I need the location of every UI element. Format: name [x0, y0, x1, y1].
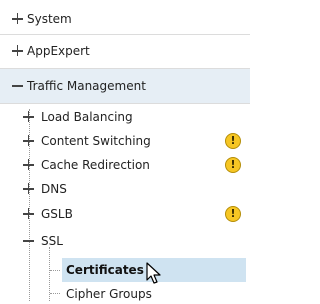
expand-plus-icon[interactable] — [23, 135, 34, 146]
expand-plus-icon[interactable] — [23, 159, 34, 170]
nav-item-ssl[interactable]: SSL — [0, 231, 250, 251]
divider — [0, 34, 250, 35]
warning-icon[interactable]: ! — [225, 157, 241, 173]
expand-plus-icon[interactable] — [23, 208, 34, 219]
expand-plus-icon[interactable] — [23, 183, 34, 194]
nav-item-dns-label: DNS — [41, 182, 67, 196]
nav-item-certificates-label: Certificates — [66, 263, 144, 277]
nav-item-appexpert[interactable]: AppExpert — [0, 40, 250, 62]
nav-item-cipher-groups[interactable]: Cipher Groups — [0, 284, 250, 304]
nav-item-gslb-label: GSLB — [41, 207, 73, 221]
nav-item-cache-redirection[interactable]: Cache Redirection ! — [0, 155, 250, 175]
nav-item-ssl-label: SSL — [41, 234, 63, 248]
collapse-minus-icon[interactable] — [23, 235, 34, 246]
nav-item-content-switching[interactable]: Content Switching ! — [0, 131, 250, 151]
nav-item-gslb[interactable]: GSLB ! — [0, 204, 250, 224]
nav-item-load-balancing-label: Load Balancing — [41, 110, 133, 124]
expand-plus-icon[interactable] — [12, 13, 23, 24]
nav-item-dns[interactable]: DNS — [0, 179, 250, 199]
collapse-minus-icon[interactable] — [12, 80, 23, 91]
nav-item-appexpert-label: AppExpert — [27, 44, 90, 58]
nav-item-system[interactable]: System — [0, 8, 250, 30]
expand-plus-icon[interactable] — [23, 111, 34, 122]
tree-connector-line — [50, 270, 60, 271]
warning-icon[interactable]: ! — [225, 206, 241, 222]
mouse-cursor-icon — [146, 262, 161, 284]
nav-item-cipher-groups-label: Cipher Groups — [66, 287, 152, 301]
nav-item-content-switching-label: Content Switching — [41, 134, 151, 148]
nav-item-cache-redirection-label: Cache Redirection — [41, 158, 150, 172]
nav-item-traffic-management[interactable]: Traffic Management — [0, 69, 250, 103]
nav-item-load-balancing[interactable]: Load Balancing — [0, 107, 250, 127]
divider — [0, 103, 250, 104]
nav-item-traffic-management-label: Traffic Management — [27, 79, 146, 93]
nav-item-system-label: System — [27, 12, 72, 26]
expand-plus-icon[interactable] — [12, 45, 23, 56]
warning-icon[interactable]: ! — [225, 133, 241, 149]
